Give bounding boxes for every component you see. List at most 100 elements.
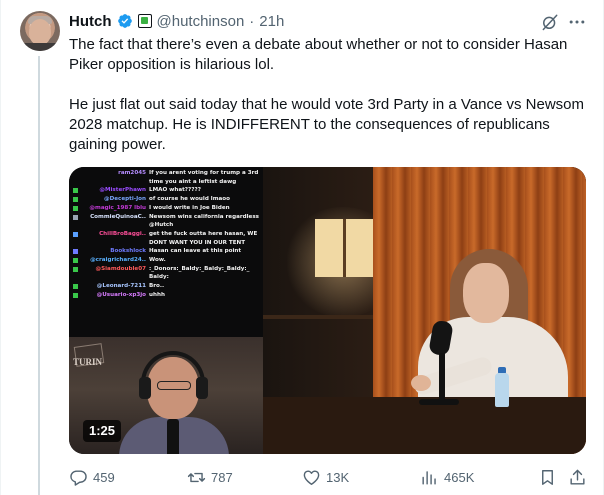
chat-text: :_Donors:_Baldy:_Baldy:_Baldy:_ <box>149 265 250 272</box>
tweet-text: The fact that there’s even a debate abou… <box>69 35 594 155</box>
chat-badge-icon <box>73 249 78 255</box>
avatar-face <box>29 19 51 45</box>
verified-badge-icon[interactable] <box>117 13 133 29</box>
chat-badge-icon <box>73 180 78 185</box>
chat-text: Newsom wins california regardless <box>149 213 259 220</box>
chat-message: @MisterPhawn LMAO what????? <box>73 186 259 195</box>
chat-text: @Hutch <box>149 222 174 229</box>
chat-text: Baldy: <box>149 274 169 281</box>
repost-icon <box>187 472 206 482</box>
chat-badge-icon <box>73 188 78 194</box>
more-options-icon[interactable] <box>567 12 587 32</box>
chat-text: I would write in Joe Biden <box>149 204 230 211</box>
chat-badge-icon <box>73 258 78 264</box>
chat-text: LMAO what????? <box>149 187 201 194</box>
chat-message: DONT WANT YOU IN OUR TENT <box>73 239 259 248</box>
chat-username: @magic_1987 lblu <box>89 204 146 211</box>
avatar-shirt <box>20 43 60 51</box>
chat-badge-icon <box>73 223 78 228</box>
repost-count: 787 <box>211 469 233 485</box>
water-bottle <box>495 373 509 407</box>
chat-badge-icon <box>73 171 78 176</box>
views-count: 465K <box>444 469 475 485</box>
user-handle[interactable]: @hutchinson <box>157 13 245 30</box>
avatar[interactable] <box>20 11 60 51</box>
microphone-arm <box>439 353 445 405</box>
chat-badge-icon <box>73 231 78 237</box>
chat-message: @Usuario-xp3jo uhhh <box>73 291 259 300</box>
chat-text: uhhh <box>149 291 165 298</box>
like-count: 13K <box>326 469 350 485</box>
views-chart-icon <box>422 470 436 485</box>
chat-badge-icon <box>73 266 78 272</box>
stream-chat-panel: ram2045 If you arent voting for trump a 3… <box>69 167 263 337</box>
chat-message: @Siamdouble07:_Donors:_Baldy:_Baldy:_Bal… <box>73 265 259 274</box>
chat-message: CommieQuinoaC.. Newsom wins california re… <box>73 213 259 222</box>
chat-message: @craigrichard24.. Wow. <box>73 256 259 265</box>
chat-message: Bookshlock Hasan can leave at this point <box>73 247 259 256</box>
window-frame <box>343 219 346 277</box>
chat-text: If you arent voting for trump a 3rd <box>149 170 259 176</box>
chat-username: CommieQuinoaC.. <box>90 213 146 220</box>
chat-text: time you aint a leftist dawg <box>149 178 237 185</box>
guest-face <box>463 263 509 323</box>
chat-text: get the fuck outta here hasan, WE <box>149 230 258 237</box>
guest-hand <box>411 375 431 391</box>
chat-message: @Leonard-7211 Bro.. <box>73 282 259 291</box>
reply-icon <box>70 469 87 486</box>
affiliate-badge-icon[interactable] <box>137 14 152 28</box>
chat-text: DONT WANT YOU IN OUR TENT <box>149 239 246 246</box>
chat-username: @Siamdouble07 <box>95 265 146 272</box>
studio-shelf <box>263 315 378 319</box>
chat-text: Wow. <box>149 257 166 264</box>
chat-badge-icon <box>73 197 78 203</box>
chat-text: Hasan can leave at this point <box>149 248 242 255</box>
chat-badge-icon <box>73 275 78 280</box>
reply-count: 459 <box>93 469 115 485</box>
chat-username: @Usuario-xp3jo <box>96 291 146 298</box>
chat-message: Baldy: <box>73 273 259 282</box>
video-duration-badge: 1:25 <box>83 420 122 442</box>
share-icon <box>570 469 585 485</box>
timeline-left-border <box>0 0 1 495</box>
studio-table <box>263 397 586 454</box>
tweet-paragraph-1: The fact that there’s even a debate abou… <box>69 36 568 73</box>
bookmark-icon <box>542 469 553 485</box>
heart-icon <box>303 469 320 485</box>
chat-username: @Leonard-7211 <box>96 283 146 290</box>
chat-message: time you aint a leftist dawg <box>73 178 259 187</box>
repost-button[interactable]: 787 <box>187 467 233 487</box>
grok-icon[interactable] <box>540 12 560 32</box>
chat-username: Bookshlock <box>110 248 146 255</box>
reply-button[interactable]: 459 <box>69 467 115 487</box>
chat-message: ram2045 If you arent voting for trump a 3… <box>73 169 259 178</box>
display-name[interactable]: Hutch <box>69 13 112 30</box>
headset-ear-left <box>139 377 151 399</box>
streamer-microphone <box>167 419 179 454</box>
share-button[interactable] <box>568 467 587 487</box>
bookmark-button[interactable] <box>538 467 557 487</box>
chat-message: @Hutch <box>73 221 259 230</box>
tweet-action-bar: 459 787 13K 465K <box>69 467 594 487</box>
tweet-header: Hutch @hutchinson · 21h <box>69 11 284 31</box>
chat-username: @Decepti-Jon <box>104 196 146 203</box>
chat-badge-icon <box>73 205 78 211</box>
chat-badge-icon <box>73 241 78 246</box>
chat-badge-icon <box>73 214 78 220</box>
chat-username: ChillBroBaggi.. <box>99 230 146 237</box>
chat-username: @MisterPhawn <box>99 187 146 194</box>
chat-badge-icon <box>73 292 78 298</box>
chat-message: ChillBroBaggi.. get the fuck outta here h… <box>73 230 259 239</box>
headset-ear-right <box>196 377 208 399</box>
chat-badge-icon <box>73 284 78 290</box>
timestamp[interactable]: 21h <box>259 13 284 30</box>
thread-connector-line <box>38 56 40 495</box>
like-button[interactable]: 13K <box>302 467 349 487</box>
chat-username: @craigrichard24.. <box>90 257 146 264</box>
views-button[interactable]: 465K <box>420 467 474 487</box>
video-player[interactable]: ram2045 If you arent voting for trump a 3… <box>69 167 586 454</box>
chat-username: ram2045 <box>118 170 146 176</box>
sign-text: TURIN <box>73 357 103 367</box>
separator-dot: · <box>249 12 255 30</box>
podcast-video-frame <box>263 167 586 454</box>
